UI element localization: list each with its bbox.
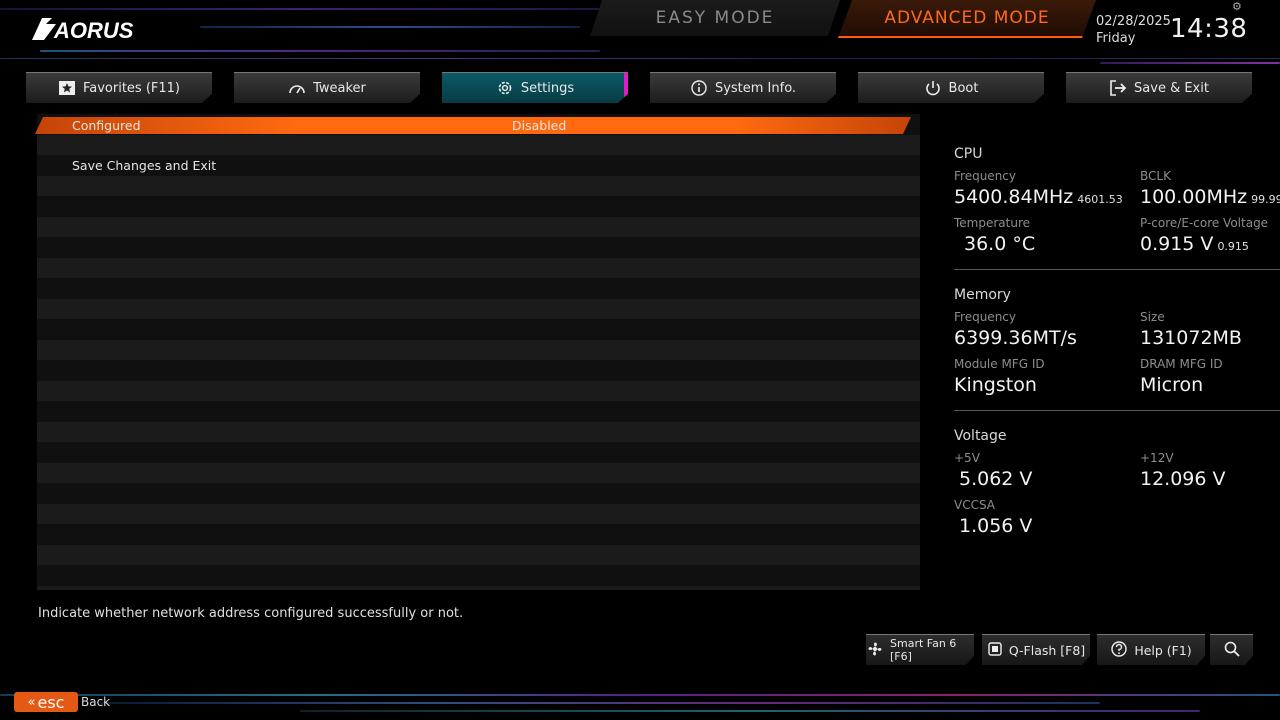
star-icon	[58, 79, 76, 97]
cpu-voltage-label: P-core/E-core Voltage	[1140, 216, 1269, 230]
date-display: 02/28/2025 Friday	[1096, 13, 1171, 47]
esc-key-label: esc	[37, 692, 65, 712]
vccsa-label: VCCSA	[954, 498, 996, 512]
mem-frequency: 6399.36MT/s	[954, 327, 1077, 349]
tab-favorites[interactable]: Favorites (F11)	[26, 72, 212, 103]
exit-icon	[1109, 79, 1127, 97]
aorus-logo: AORUS	[30, 14, 146, 46]
help-button[interactable]: Help (F1)	[1097, 634, 1205, 665]
fan-icon	[866, 640, 884, 661]
info-icon	[690, 79, 708, 97]
cpu-temp: 36.0 °C	[964, 233, 1036, 255]
esc-key[interactable]: « esc	[14, 692, 78, 712]
smart-fan-label: Smart Fan 6 [F6]	[890, 637, 957, 663]
power-icon	[924, 79, 942, 97]
dram-mfg-label: DRAM MFG ID	[1140, 357, 1223, 371]
cpu-frequency: 5400.84MHz 4601.53	[954, 186, 1123, 208]
v5-label: +5V	[954, 451, 980, 465]
cpu-temp-label: Temperature	[954, 216, 1031, 230]
module-mfg: Kingston	[954, 374, 1037, 396]
v5-value: 5.062 V	[959, 468, 1033, 490]
settings-gear-icon[interactable]: ⚙	[1232, 0, 1242, 13]
bclk-value: 100.00MHz 99.99	[1140, 186, 1280, 208]
tab-tweaker[interactable]: Tweaker	[234, 72, 420, 103]
svg-text:AORUS: AORUS	[53, 18, 134, 43]
tab-save-exit[interactable]: Save & Exit	[1066, 72, 1252, 103]
bclk-label: BCLK	[1140, 169, 1171, 183]
gear-icon	[496, 79, 514, 97]
tab-boot[interactable]: Boot	[858, 72, 1044, 103]
list-item-label: Configured	[72, 118, 141, 133]
tab-system-info[interactable]: System Info.	[650, 72, 836, 103]
divider	[954, 410, 1280, 411]
double-chevron-left-icon: «	[27, 694, 36, 710]
help-icon	[1110, 640, 1128, 661]
mem-size-label: Size	[1140, 310, 1165, 324]
list-item-save-changes-exit[interactable]: Save Changes and Exit	[37, 155, 920, 176]
easy-mode-label: EASY MODE	[655, 8, 775, 28]
list-item-value: Disabled	[512, 118, 567, 133]
day-text: Friday	[1096, 31, 1136, 46]
tab-label: Save & Exit	[1134, 80, 1209, 96]
bclk-sub: 99.99	[1251, 193, 1280, 206]
divider	[954, 269, 1280, 270]
list-item-label: Save Changes and Exit	[72, 158, 217, 173]
tab-label: Favorites (F11)	[82, 80, 181, 96]
tab-label: System Info.	[714, 80, 797, 96]
help-description: Indicate whether network address configu…	[38, 606, 464, 621]
module-mfg-label: Module MFG ID	[954, 357, 1045, 371]
speedometer-icon	[288, 79, 306, 97]
help-label: Help (F1)	[1134, 642, 1192, 658]
date-text: 02/28/2025	[1096, 14, 1171, 29]
tab-settings[interactable]: Settings	[442, 72, 628, 103]
tab-label: Settings	[520, 80, 575, 96]
memory-section-title: Memory	[954, 287, 1011, 303]
tab-label: Tweaker	[313, 80, 366, 96]
v12-label: +12V	[1140, 451, 1174, 465]
cpu-frequency-label: Frequency	[954, 169, 1016, 183]
cpu-frequency-sub: 4601.53	[1077, 193, 1123, 206]
advanced-mode-button[interactable]: ADVANCED MODE	[838, 0, 1096, 38]
voltage-section-title: Voltage	[954, 428, 1007, 444]
list-item-configured[interactable]: Configured Disabled	[35, 117, 911, 134]
vccsa-value: 1.056 V	[959, 515, 1033, 537]
back-label: Back	[81, 695, 111, 709]
v12-value: 12.096 V	[1140, 468, 1226, 490]
search-icon	[1223, 640, 1241, 661]
tab-label: Boot	[948, 80, 979, 96]
easy-mode-button[interactable]: EASY MODE	[590, 0, 840, 36]
footer-streaks	[0, 688, 1280, 720]
smart-fan-button[interactable]: Smart Fan 6 [F6]	[866, 634, 974, 665]
settings-list: Configured Disabled Save Changes and Exi…	[37, 114, 920, 590]
dram-mfg: Micron	[1140, 374, 1204, 396]
qflash-label: Q-Flash [F8]	[1008, 642, 1086, 658]
cpu-voltage-sub: 0.915	[1217, 240, 1249, 253]
mem-frequency-label: Frequency	[954, 310, 1016, 324]
search-button[interactable]	[1210, 634, 1253, 665]
qflash-button[interactable]: Q-Flash [F8]	[982, 634, 1090, 665]
clock: 14:38	[1170, 14, 1248, 44]
mem-size: 131072MB	[1140, 327, 1242, 349]
advanced-mode-label: ADVANCED MODE	[884, 8, 1050, 28]
chip-icon	[987, 641, 1003, 660]
cpu-section-title: CPU	[954, 146, 983, 162]
cpu-voltage: 0.915 V 0.915	[1140, 233, 1249, 255]
